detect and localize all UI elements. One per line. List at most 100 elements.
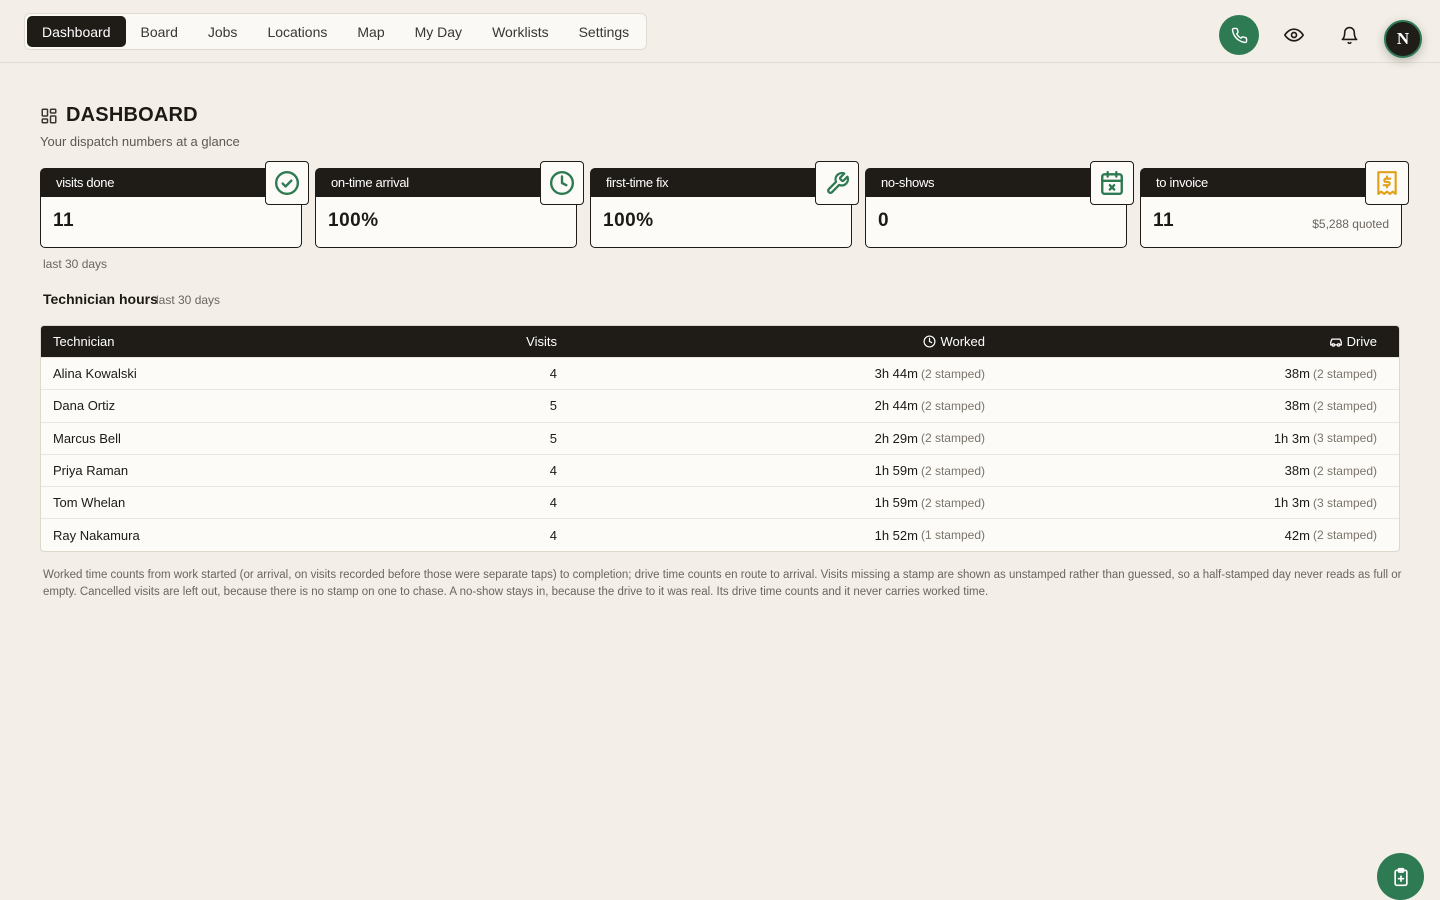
clock-icon	[540, 161, 584, 205]
stat-card-label: visits done	[41, 169, 301, 197]
stat-card-value: 0	[878, 210, 890, 231]
cell-visits: 5	[549, 430, 557, 446]
check-circle-icon	[265, 161, 309, 205]
clipboard-fab-button[interactable]	[1377, 853, 1424, 900]
view-toggle-button[interactable]	[1274, 15, 1314, 55]
clock-icon	[923, 335, 936, 348]
column-header-drive-label: Drive	[1346, 334, 1377, 349]
cell-drive: 42m (2 stamped)	[985, 528, 1389, 543]
user-avatar[interactable]: N	[1384, 20, 1422, 58]
phone-icon	[1231, 27, 1247, 43]
stat-card-no-shows: no-shows 0	[865, 161, 1134, 248]
worked-stamp-count: (2 stamped)	[920, 463, 985, 478]
cell-drive: 38m (2 stamped)	[985, 463, 1389, 478]
worked-stamp-count: (2 stamped)	[920, 366, 985, 381]
cell-drive: 1h 3m (3 stamped)	[985, 495, 1389, 510]
cell-drive: 1h 3m (3 stamped)	[985, 431, 1389, 446]
stat-card-quoted-amount: $5,288 quoted	[1312, 217, 1389, 231]
stat-card-value: 11	[53, 210, 75, 231]
drive-time: 38m	[1284, 398, 1310, 414]
column-header-worked: Worked	[557, 334, 985, 349]
cell-technician: Marcus Bell	[53, 430, 121, 446]
table-row: Ray Nakamura 4 1h 52m (1 stamped) 42m (2 s…	[41, 518, 1399, 550]
cell-worked: 1h 59m (2 stamped)	[557, 463, 985, 478]
worked-stamp-count: (2 stamped)	[920, 495, 985, 510]
cell-technician: Priya Raman	[53, 463, 129, 479]
nav-jobs[interactable]: Jobs	[193, 16, 253, 47]
worked-time: 1h 59m	[874, 463, 918, 479]
nav-dashboard[interactable]: Dashboard	[27, 16, 126, 47]
cell-visits: 4	[549, 495, 557, 511]
stat-card-value: 100%	[328, 210, 379, 231]
drive-stamp-count: (2 stamped)	[1312, 463, 1377, 478]
cell-drive: 38m (2 stamped)	[985, 366, 1389, 381]
cell-technician: Tom Whelan	[53, 495, 126, 511]
section-title: Technician hours	[43, 291, 158, 307]
table-row: Tom Whelan 4 1h 59m (2 stamped) 1h 3m (3 s…	[41, 486, 1399, 518]
stat-card-to-invoice: to invoice 11 $5,288 quoted	[1140, 161, 1409, 248]
drive-time: 38m	[1284, 366, 1310, 382]
table-header: Technician Visits Worked Drive	[41, 326, 1399, 357]
cell-visits: 4	[549, 366, 557, 382]
table-row: Dana Ortiz 5 2h 44m (2 stamped) 38m (2 sta…	[41, 389, 1399, 421]
range-note: last 30 days	[43, 257, 108, 271]
footnote: Worked time counts from work started (or…	[43, 569, 1402, 598]
cell-visits: 5	[549, 398, 557, 414]
drive-time: 1h 3m	[1273, 430, 1310, 446]
eye-icon	[1284, 28, 1304, 42]
main-nav: Dashboard Board Jobs Locations Map My Da…	[24, 13, 648, 50]
stat-card-value: 100%	[603, 210, 654, 231]
cell-technician: Dana Ortiz	[53, 398, 116, 414]
column-header-drive: Drive	[985, 334, 1389, 349]
nav-board[interactable]: Board	[126, 16, 193, 47]
clipboard-plus-icon	[1393, 867, 1408, 886]
page-heading: DASHBOARD	[40, 104, 198, 127]
drive-time: 1h 3m	[1273, 495, 1310, 511]
cell-worked: 2h 44m (2 stamped)	[557, 398, 985, 413]
cell-worked: 3h 44m (2 stamped)	[557, 366, 985, 381]
page-title: DASHBOARD	[66, 104, 198, 126]
drive-stamp-count: (2 stamped)	[1312, 398, 1377, 413]
technician-hours-table: Technician Visits Worked Drive Alina Kow…	[40, 325, 1400, 552]
cell-worked: 1h 59m (2 stamped)	[557, 495, 985, 510]
cell-visits: 4	[549, 527, 557, 543]
nav-settings[interactable]: Settings	[564, 16, 645, 47]
nav-locations[interactable]: Locations	[252, 16, 342, 47]
top-bar: Dashboard Board Jobs Locations Map My Da…	[0, 0, 1440, 63]
phone-button[interactable]	[1219, 15, 1259, 55]
worked-time: 3h 44m	[874, 366, 918, 382]
worked-stamp-count: (1 stamped)	[920, 528, 985, 543]
stat-card-first-time-fix: first-time fix 100%	[590, 161, 859, 248]
wrench-icon	[815, 161, 859, 205]
dashboard-grid-icon	[41, 108, 57, 123]
cell-worked: 1h 52m (1 stamped)	[557, 528, 985, 543]
column-header-worked-label: Worked	[940, 334, 985, 349]
drive-stamp-count: (3 stamped)	[1312, 431, 1377, 446]
column-header-technician: Technician	[53, 334, 115, 349]
stat-card-label: on-time arrival	[316, 169, 576, 197]
worked-time: 2h 29m	[874, 430, 918, 446]
table-row: Priya Raman 4 1h 59m (2 stamped) 38m (2 st…	[41, 453, 1399, 486]
worked-stamp-count: (2 stamped)	[920, 398, 985, 413]
nav-worklists[interactable]: Worklists	[477, 16, 564, 47]
cell-technician: Alina Kowalski	[53, 366, 137, 382]
column-header-visits: Visits	[526, 334, 557, 349]
cell-drive: 38m (2 stamped)	[985, 398, 1389, 413]
stat-card-label: no-shows	[866, 169, 1126, 197]
bell-icon	[1341, 26, 1357, 44]
worked-time: 2h 44m	[874, 398, 918, 414]
nav-my-day[interactable]: My Day	[400, 16, 477, 47]
cell-worked: 2h 29m (2 stamped)	[557, 431, 985, 446]
stat-card-visits-done: visits done 11	[40, 161, 309, 248]
worked-time: 1h 52m	[874, 527, 918, 543]
drive-time: 42m	[1284, 527, 1310, 543]
notifications-button[interactable]	[1329, 15, 1369, 55]
page-subtitle: Your dispatch numbers at a glance	[40, 134, 240, 149]
worked-time: 1h 59m	[874, 495, 918, 511]
receipt-dollar-icon	[1365, 161, 1409, 205]
stat-card-label: first-time fix	[591, 169, 851, 197]
section-subtitle: last 30 days	[156, 293, 221, 307]
drive-stamp-count: (2 stamped)	[1312, 528, 1377, 543]
nav-map[interactable]: Map	[342, 16, 399, 47]
stat-card-on-time-arrival: on-time arrival 100%	[315, 161, 584, 248]
